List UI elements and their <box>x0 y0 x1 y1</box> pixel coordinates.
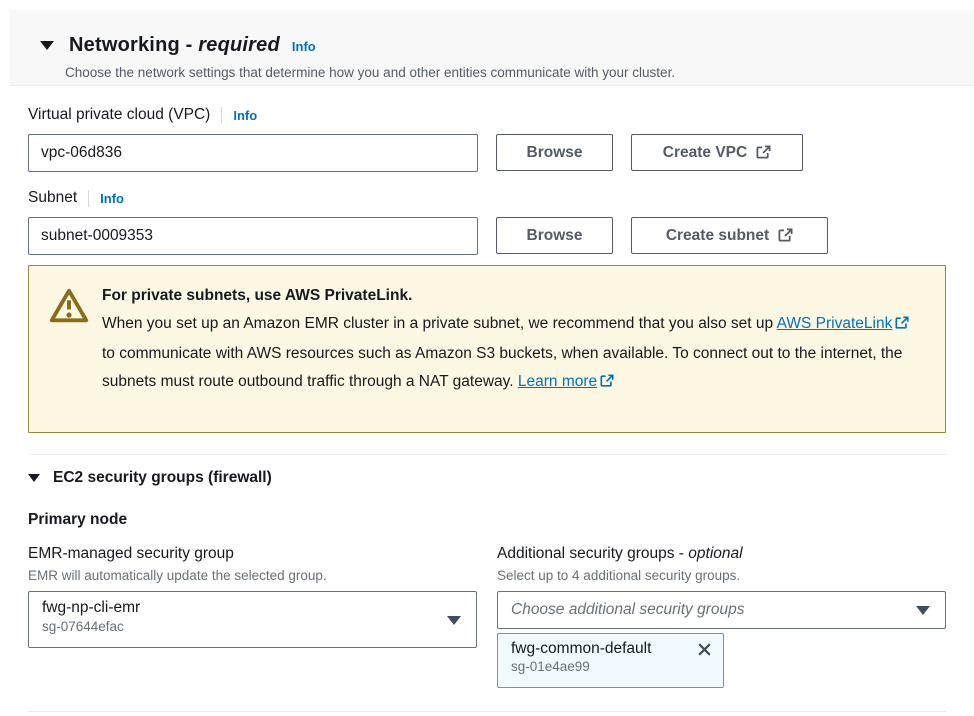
subnet-input[interactable] <box>28 217 478 255</box>
vpc-label: Virtual private cloud (VPC) <box>28 106 210 124</box>
managed-sg-description: EMR will automatically update the select… <box>28 568 327 583</box>
additional-sg-label-text: Additional security groups - <box>497 545 684 562</box>
learn-more-link-text: Learn more <box>518 373 597 390</box>
managed-sg-selected-id: sg-07644efac <box>42 619 436 634</box>
vpc-input[interactable] <box>28 134 478 172</box>
warning-body: When you set up an Amazon EMR cluster in… <box>102 310 918 398</box>
learn-more-link[interactable]: Learn more <box>518 373 614 390</box>
vpc-label-row: Virtual private cloud (VPC) Info <box>28 106 257 124</box>
warning-title: For private subnets, use AWS PrivateLink… <box>102 287 412 305</box>
vpc-info-link[interactable]: Info <box>233 108 257 123</box>
vpc-browse-label: Browse <box>527 144 583 162</box>
dropdown-arrow-icon <box>447 616 461 625</box>
create-subnet-label: Create subnet <box>666 227 769 245</box>
subnet-info-link[interactable]: Info <box>100 191 124 206</box>
vpc-browse-button[interactable]: Browse <box>496 134 613 171</box>
create-subnet-button[interactable]: Create subnet <box>631 217 828 254</box>
token-id: sg-01e4ae99 <box>511 659 713 674</box>
primary-node-title: Primary node <box>28 511 127 529</box>
token-remove-icon[interactable] <box>696 641 713 658</box>
bottom-divider <box>28 711 946 712</box>
warning-triangle-icon <box>49 287 89 329</box>
additional-sg-label: Additional security groups - optional <box>497 545 743 563</box>
subnet-browse-label: Browse <box>527 227 583 245</box>
additional-sg-placeholder: Choose additional security groups <box>511 601 745 619</box>
warning-text-1: When you set up an Amazon EMR cluster in… <box>102 315 777 332</box>
label-divider <box>221 107 222 124</box>
dropdown-arrow-icon <box>916 606 930 615</box>
managed-sg-label: EMR-managed security group <box>28 545 234 563</box>
create-vpc-button[interactable]: Create VPC <box>631 134 803 171</box>
section-description: Choose the network settings that determi… <box>65 65 675 80</box>
subnet-browse-button[interactable]: Browse <box>496 217 613 254</box>
section-divider <box>28 454 946 455</box>
subsection-collapse-caret-icon[interactable] <box>28 474 40 482</box>
additional-sg-description: Select up to 4 additional security group… <box>497 568 740 583</box>
additional-sg-select[interactable]: Choose additional security groups <box>497 591 946 629</box>
section-collapse-caret-icon[interactable] <box>40 41 54 50</box>
ec2-security-groups-title: EC2 security groups (firewall) <box>53 469 272 487</box>
additional-sg-optional-text: optional <box>688 545 742 562</box>
ec2-security-groups-header[interactable]: EC2 security groups (firewall) <box>28 469 272 487</box>
section-header: Networking - required Info Choose the ne… <box>10 10 974 86</box>
aws-privatelink-link[interactable]: AWS PrivateLink <box>777 315 910 332</box>
section-required-text: required <box>198 34 280 56</box>
external-link-icon <box>756 145 771 160</box>
subnet-label-row: Subnet Info <box>28 189 124 207</box>
external-link-icon <box>895 312 909 340</box>
label-divider <box>88 190 89 207</box>
warning-text-2: to communicate with AWS resources such a… <box>102 345 902 390</box>
managed-sg-select[interactable]: fwg-np-cli-emr sg-07644efac <box>28 591 477 648</box>
networking-section: Networking - required Info Choose the ne… <box>0 0 974 716</box>
managed-sg-selected-name: fwg-np-cli-emr <box>42 599 436 617</box>
section-info-link[interactable]: Info <box>292 39 316 54</box>
external-link-icon <box>600 370 614 398</box>
create-vpc-label: Create VPC <box>663 144 747 162</box>
token-name: fwg-common-default <box>511 640 651 658</box>
aws-privatelink-link-text: AWS PrivateLink <box>777 315 893 332</box>
section-title-text: Networking - <box>69 34 193 56</box>
subnet-label: Subnet <box>28 189 77 207</box>
privatelink-warning-banner: For private subnets, use AWS PrivateLink… <box>28 265 946 433</box>
security-group-token: fwg-common-default sg-01e4ae99 <box>497 633 724 688</box>
external-link-icon <box>778 228 793 243</box>
page-title: Networking - required <box>69 34 280 57</box>
